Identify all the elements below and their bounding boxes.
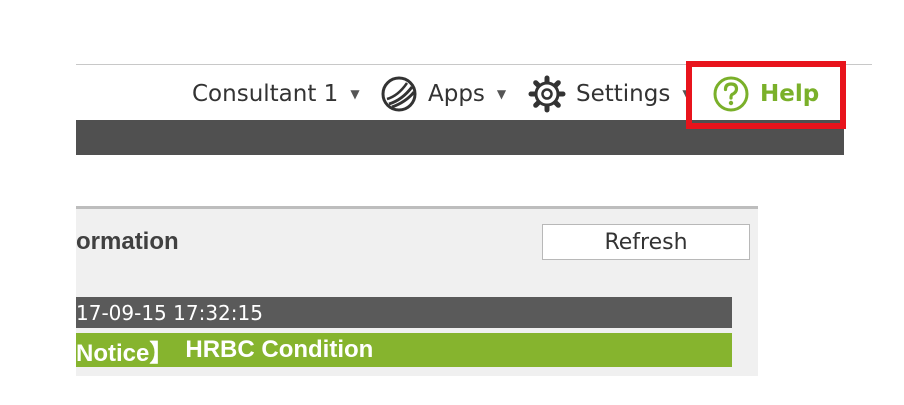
panel-divider <box>76 206 758 209</box>
information-panel: ormation Refresh 17-09-15 17:32:15 Notic… <box>76 206 758 376</box>
apps-menu[interactable]: Apps ▼ <box>380 74 506 114</box>
chevron-down-icon: ▼ <box>350 87 360 101</box>
refresh-button[interactable]: Refresh <box>542 224 750 260</box>
timestamp-text: 17-09-15 17:32:15 <box>76 300 263 325</box>
notice-tag: Notice】 <box>76 339 174 367</box>
settings-menu[interactable]: Settings ▼ <box>528 74 692 114</box>
settings-menu-label: Settings <box>576 81 671 107</box>
globe-icon <box>381 76 417 112</box>
timestamp-bar: 17-09-15 17:32:15 <box>76 297 732 328</box>
help-highlight-box <box>686 61 846 129</box>
gear-icon <box>528 75 566 113</box>
notice-item[interactable]: Notice】 HRBC Condition <box>76 333 732 367</box>
notice-title: HRBC Condition <box>185 336 374 363</box>
user-menu-label: Consultant 1 <box>192 81 339 107</box>
apps-menu-label: Apps <box>428 81 485 107</box>
panel-title: ormation <box>76 228 179 255</box>
user-menu[interactable]: Consultant 1 ▼ <box>192 74 360 114</box>
chevron-down-icon: ▼ <box>496 87 507 101</box>
